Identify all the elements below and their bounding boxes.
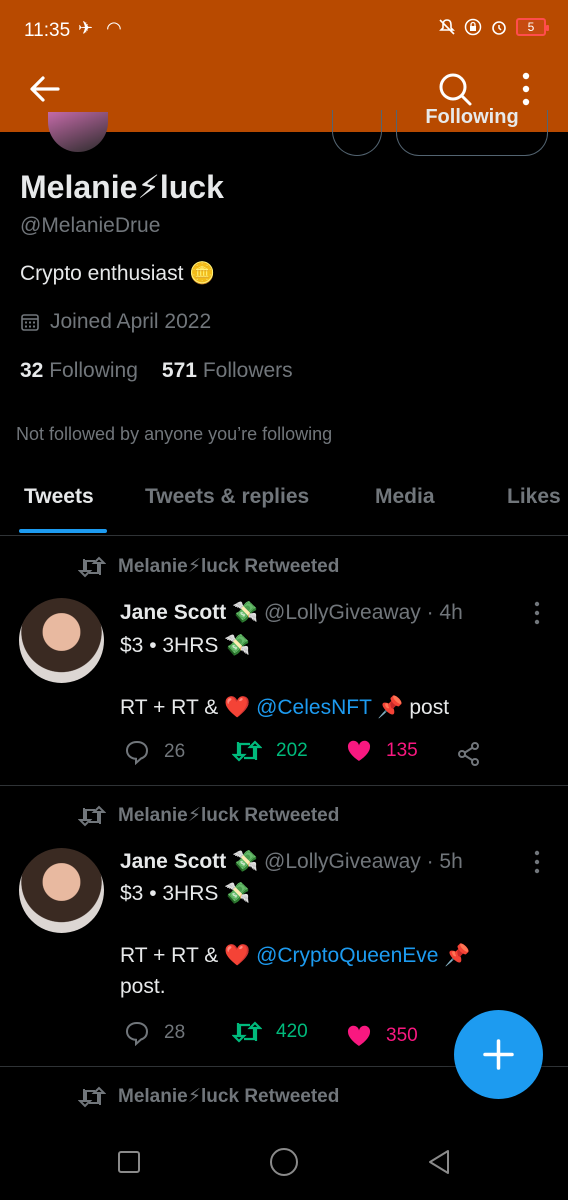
following-link[interactable]: 32 Following	[20, 359, 138, 383]
profile-handle: @MelanieDrue	[20, 214, 161, 237]
tweet-line2-prefix: RT + RT & ❤️	[120, 696, 257, 719]
tweet-line1: $3 • 3HRS 💸	[120, 634, 251, 657]
tweet-header: Jane Scott 💸 @LollyGiveaway · 5h	[120, 850, 463, 874]
calendar-icon	[21, 314, 39, 331]
tweet-more-icon[interactable]	[530, 850, 544, 874]
like-button[interactable]: 350	[346, 1024, 418, 1048]
tweet-line2: RT + RT & ❤️ @CryptoQueenEve 📌 post.	[120, 940, 520, 1002]
profile-bio: Crypto enthusiast 🪙	[20, 262, 216, 285]
tweet-time: · 4h	[426, 601, 463, 624]
reply-button[interactable]: 28	[124, 1020, 185, 1046]
tweet-time: · 5h	[426, 850, 463, 873]
airplane-wifi-icons: ✈ ◠	[78, 18, 126, 38]
tab-tweets[interactable]: Tweets	[24, 485, 94, 509]
followers-link[interactable]: 571 Followers	[162, 359, 293, 383]
heart-filled-icon	[347, 1025, 371, 1046]
profile-tabs: Tweets Tweets & replies Media Likes	[0, 470, 568, 536]
retweet-icon	[232, 740, 262, 762]
tweet-line1: $3 • 3HRS 💸	[120, 882, 251, 905]
tweet-text: $3 • 3HRS 💸 RT + RT & ❤️ @CryptoQueenEve…	[120, 878, 520, 1002]
retweet-small-icon	[78, 556, 106, 577]
retweet-label: Melanie⚡luck Retweeted	[118, 556, 340, 577]
tweet-mention[interactable]: @CryptoQueenEve	[256, 944, 438, 967]
system-back-icon[interactable]	[426, 1148, 452, 1176]
reply-count: 26	[164, 741, 186, 762]
like-count: 135	[386, 740, 418, 761]
joined-text: Joined April 2022	[50, 310, 212, 333]
reply-button[interactable]: 26	[124, 739, 185, 765]
following-count: 32	[20, 359, 44, 382]
active-tab-indicator	[19, 529, 107, 533]
reply-count: 28	[164, 1022, 186, 1043]
tweet-author-name[interactable]: Jane Scott 💸	[120, 850, 258, 873]
following-label: Following	[49, 359, 138, 382]
retweet-count: 420	[276, 1021, 308, 1042]
share-icon[interactable]	[456, 741, 482, 767]
like-count: 350	[386, 1025, 418, 1046]
search-icon[interactable]	[436, 70, 474, 108]
home-icon[interactable]	[270, 1148, 298, 1176]
followers-label: Followers	[202, 359, 293, 382]
tweet-author-handle[interactable]: @LollyGiveaway	[264, 601, 421, 624]
retweet-label: Melanie⚡luck Retweeted	[118, 1086, 340, 1107]
tweet-author-avatar[interactable]	[19, 848, 104, 933]
retweet-small-icon	[78, 805, 106, 826]
plus-icon	[483, 1039, 514, 1070]
recents-icon[interactable]	[118, 1151, 140, 1173]
tweet-header: Jane Scott 💸 @LollyGiveaway · 4h	[120, 601, 463, 625]
profile-avatar[interactable]	[48, 112, 108, 152]
compose-tweet-button[interactable]	[454, 1010, 543, 1099]
tweet-line2: RT + RT & ❤️ @CelesNFT 📌 post	[120, 692, 520, 723]
tweet-text: $3 • 3HRS 💸 RT + RT & ❤️ @CelesNFT 📌 pos…	[120, 630, 520, 723]
following-button[interactable]: Following	[396, 106, 548, 156]
retweet-count: 202	[276, 740, 308, 761]
retweet-row: Melanie⚡luck Retweeted	[78, 804, 339, 827]
tweet-more-icon[interactable]	[530, 601, 544, 625]
tweet-line2-prefix: RT + RT & ❤️	[120, 944, 257, 967]
heart-filled-icon	[347, 740, 371, 761]
tab-likes[interactable]: Likes	[507, 485, 561, 509]
retweet-button[interactable]: 202	[232, 739, 308, 763]
following-button-label: Following	[425, 106, 519, 128]
retweet-button[interactable]: 420	[232, 1020, 308, 1044]
retweet-row: Melanie⚡luck Retweeted	[78, 555, 339, 578]
like-button[interactable]: 135	[346, 739, 418, 763]
retweet-label: Melanie⚡luck Retweeted	[118, 805, 340, 826]
followers-count: 571	[161, 359, 197, 382]
tweet-author-handle[interactable]: @LollyGiveaway	[264, 850, 421, 873]
more-vertical-icon[interactable]	[514, 70, 538, 108]
not-followed-notice: Not followed by anyone you’re following	[16, 424, 333, 444]
tweet-author-avatar[interactable]	[19, 598, 104, 683]
tweet-author-name[interactable]: Jane Scott 💸	[120, 601, 258, 624]
system-nav-bar	[0, 1126, 568, 1200]
tweet-card[interactable]: Melanie⚡luck Retweeted Jane Scott 💸 @Lol…	[0, 537, 568, 785]
lock-icon	[464, 18, 482, 36]
retweet-row: Melanie⚡luck Retweeted	[78, 1085, 339, 1108]
status-time: 11:35	[24, 20, 71, 41]
status-right-icons: 5	[438, 18, 549, 36]
status-bar: 11:35 ✈ ◠ 5	[0, 0, 568, 62]
tweet-actions: 26 202 135	[120, 739, 520, 769]
tweet-line2-suffix: 📌 post	[371, 696, 450, 719]
follow-stats: 32 Following 571 Followers	[20, 359, 293, 383]
reply-icon	[125, 740, 149, 765]
reply-icon	[125, 1021, 149, 1046]
tab-media[interactable]: Media	[375, 485, 435, 509]
tweet-mention[interactable]: @CelesNFT	[256, 696, 371, 719]
battery-icon: 5	[516, 18, 549, 36]
retweet-small-icon	[78, 1086, 106, 1107]
notifications-bell-button[interactable]	[332, 110, 382, 156]
mute-icon	[439, 19, 455, 35]
profile-name: Melanie⚡luck	[20, 169, 224, 205]
joined-date: Joined April 2022	[20, 310, 211, 334]
back-arrow-icon[interactable]	[28, 72, 62, 106]
retweet-icon	[232, 1021, 262, 1043]
alarm-icon	[492, 21, 506, 35]
tab-tweets-replies[interactable]: Tweets & replies	[145, 485, 309, 509]
